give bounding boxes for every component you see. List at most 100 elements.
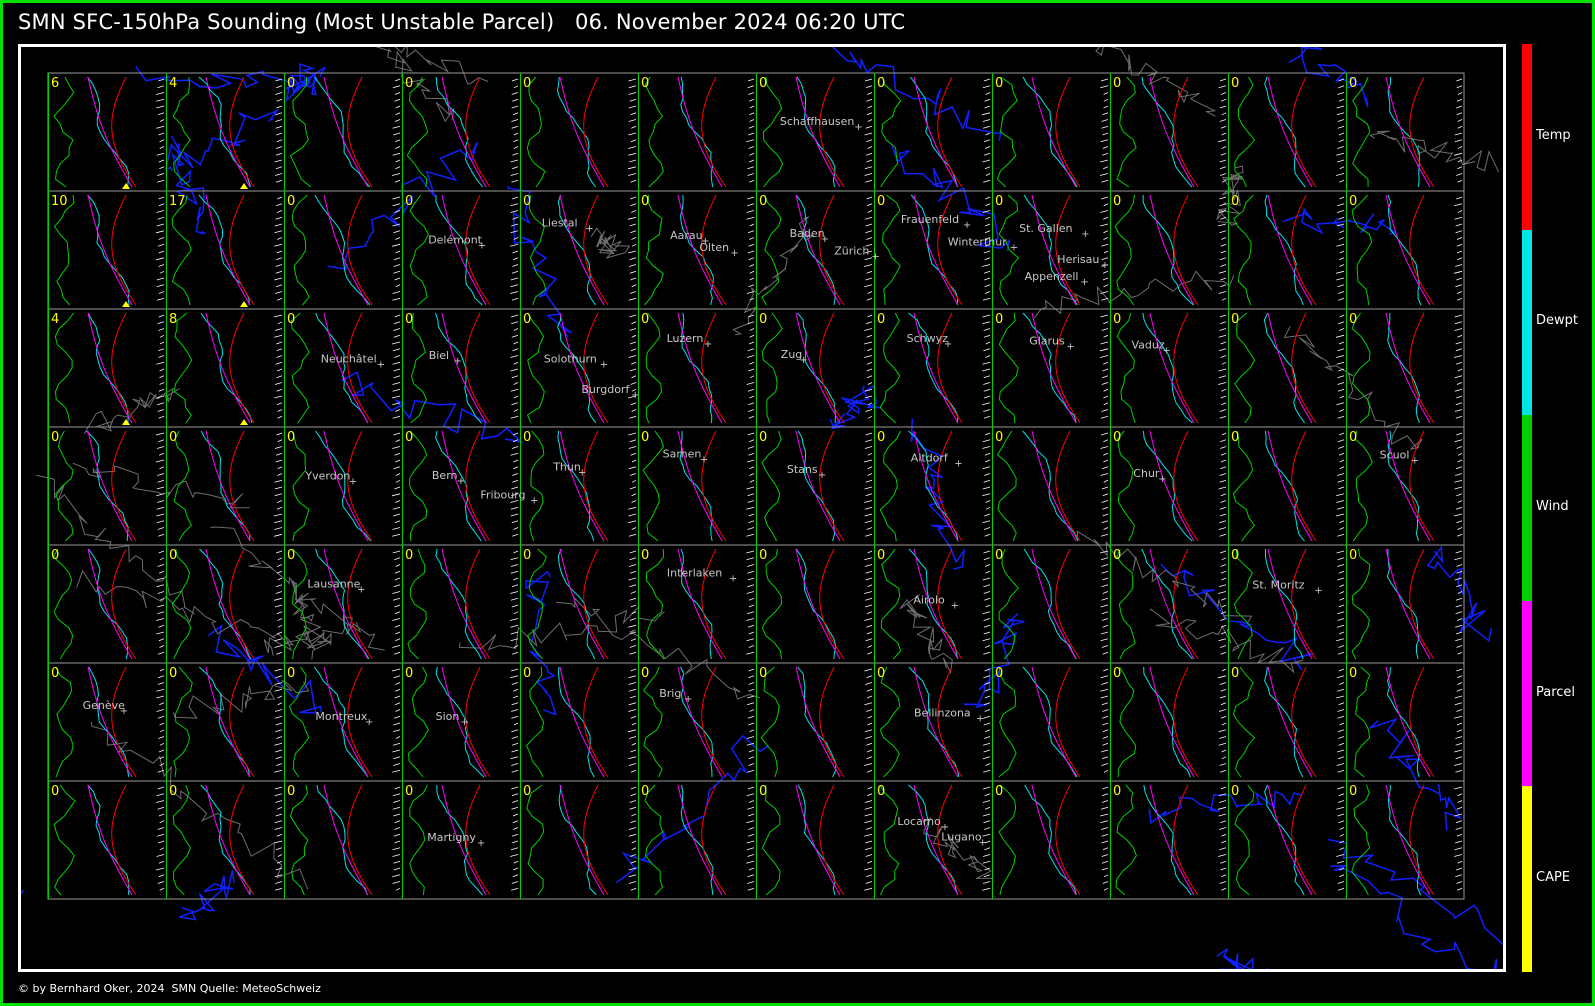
wind-barbs bbox=[1218, 78, 1227, 183]
temperature-curve bbox=[583, 430, 609, 542]
city-marker: + bbox=[704, 339, 712, 350]
city-name: Locarno bbox=[897, 815, 941, 828]
city-name: St. Moritz bbox=[1252, 578, 1304, 591]
sounding-cell: 0 bbox=[1346, 545, 1463, 663]
sounding-cell: 0 bbox=[1110, 545, 1227, 663]
cape-value: 0 bbox=[1231, 76, 1239, 91]
cape-value: 0 bbox=[641, 194, 649, 209]
cape-value: 0 bbox=[523, 430, 531, 445]
dewpoint-curve bbox=[795, 548, 837, 660]
page-title: SMN SFC-150hPa Sounding (Most Unstable P… bbox=[18, 10, 905, 34]
dewpoint-curve bbox=[1143, 666, 1191, 778]
dewpoint-curve bbox=[88, 548, 129, 660]
dewpoint-curve bbox=[795, 194, 836, 306]
cape-value: 0 bbox=[1349, 784, 1357, 799]
sounding-cell: 0 bbox=[1110, 73, 1227, 191]
wind-barbs bbox=[627, 196, 637, 301]
temperature-curve bbox=[347, 548, 373, 660]
cape-value: 0 bbox=[287, 312, 295, 327]
wind-barbs bbox=[510, 550, 519, 655]
wind-barbs bbox=[156, 196, 165, 301]
cape-value: 0 bbox=[1349, 312, 1357, 327]
dewpoint-curve bbox=[1386, 548, 1420, 660]
city-label: Scuol + bbox=[1380, 449, 1419, 467]
wind-profile bbox=[171, 194, 192, 306]
temperature-curve bbox=[1055, 312, 1081, 424]
river-line bbox=[1426, 545, 1493, 643]
temperature-curve bbox=[347, 312, 373, 424]
river-line bbox=[21, 890, 25, 895]
sounding-cell: 6 bbox=[48, 73, 165, 191]
temperature-curve bbox=[111, 548, 137, 660]
cape-value: 0 bbox=[877, 194, 885, 209]
sounding-cell: 0 bbox=[166, 663, 283, 781]
temperature-curve bbox=[1055, 784, 1081, 896]
cape-value: 10 bbox=[51, 194, 68, 209]
city-marker: + bbox=[357, 584, 365, 595]
cape-value: 0 bbox=[877, 312, 885, 327]
city-marker: + bbox=[365, 717, 373, 728]
city-marker: + bbox=[854, 122, 862, 133]
dewpoint-curve bbox=[198, 76, 252, 188]
temperature-curve bbox=[229, 312, 255, 424]
wind-profile bbox=[1232, 666, 1256, 778]
wind-barbs bbox=[1454, 550, 1463, 655]
cape-value: 0 bbox=[1231, 430, 1239, 445]
legend-swatch-cape bbox=[1522, 786, 1532, 972]
temperature-curve bbox=[1055, 76, 1081, 188]
wind-barbs bbox=[628, 786, 637, 891]
wind-profile bbox=[880, 548, 902, 660]
dewpoint-curve bbox=[200, 784, 251, 896]
wind-profile bbox=[879, 784, 900, 896]
sounding-cell: 0 bbox=[756, 427, 873, 545]
legend-label-wind: Wind bbox=[1536, 499, 1569, 514]
temperature-curve bbox=[701, 76, 727, 188]
temperature-curve bbox=[819, 312, 845, 424]
wind-profile bbox=[1352, 430, 1373, 542]
sounding-cell: 0 bbox=[402, 191, 519, 309]
sounding-cell: 0 bbox=[992, 545, 1109, 663]
sounding-grid-svg: 6 4 0 0 0 0 0 0 0 0 0 0 10 17 0 0 0 0 0 0 0 0 0 0 4 8 0 0 0 0 0 0 0 0 0 0 0 0… bbox=[21, 47, 1503, 969]
wind-barbs bbox=[1100, 786, 1109, 891]
dewpoint-curve bbox=[1387, 430, 1420, 542]
city-name: Airolo bbox=[913, 594, 945, 607]
cape-value: 0 bbox=[1349, 666, 1357, 681]
city-name: Neuchâtel bbox=[321, 352, 377, 365]
wind-barbs bbox=[982, 432, 991, 537]
sounding-cell: 0 bbox=[520, 545, 637, 663]
wind-barbs bbox=[156, 314, 165, 419]
temperature-curve bbox=[819, 548, 845, 660]
cape-value: 0 bbox=[759, 784, 767, 799]
city-marker: + bbox=[1101, 260, 1109, 271]
cape-value: 8 bbox=[169, 312, 177, 327]
sounding-cell: 0 bbox=[1346, 73, 1463, 191]
city-label: Luzern + bbox=[667, 332, 713, 350]
sounding-cell: 0 bbox=[638, 309, 755, 427]
sounding-cell: 0 bbox=[874, 73, 991, 191]
wind-barbs bbox=[510, 78, 519, 183]
sounding-cell: 0 bbox=[1228, 73, 1345, 191]
legend-label-parcel: Parcel bbox=[1536, 684, 1576, 700]
cape-value: 17 bbox=[169, 194, 186, 209]
sounding-cell: 0 bbox=[1110, 309, 1227, 427]
wind-profile bbox=[880, 76, 902, 188]
cape-value: 0 bbox=[287, 194, 295, 209]
wind-barbs bbox=[1100, 314, 1109, 419]
cape-marker bbox=[240, 183, 248, 189]
river-line bbox=[1216, 948, 1269, 969]
wind-profile bbox=[1114, 194, 1135, 306]
dewpoint-curve bbox=[198, 666, 250, 778]
dewpoint-curve bbox=[200, 430, 251, 542]
cape-value: 6 bbox=[51, 76, 59, 91]
dewpoint-curve bbox=[1024, 784, 1077, 896]
city-label: Interlaken + bbox=[667, 567, 737, 585]
cape-value: 0 bbox=[995, 194, 1003, 209]
sounding-cell: 0 bbox=[520, 663, 637, 781]
river-line bbox=[829, 384, 880, 430]
river-line bbox=[615, 734, 769, 884]
temperature-curve bbox=[111, 76, 137, 188]
temperature-curve bbox=[583, 666, 609, 778]
dewpoint-curve bbox=[680, 548, 713, 660]
wind-profile bbox=[1117, 666, 1137, 778]
cape-value: 0 bbox=[405, 548, 413, 563]
